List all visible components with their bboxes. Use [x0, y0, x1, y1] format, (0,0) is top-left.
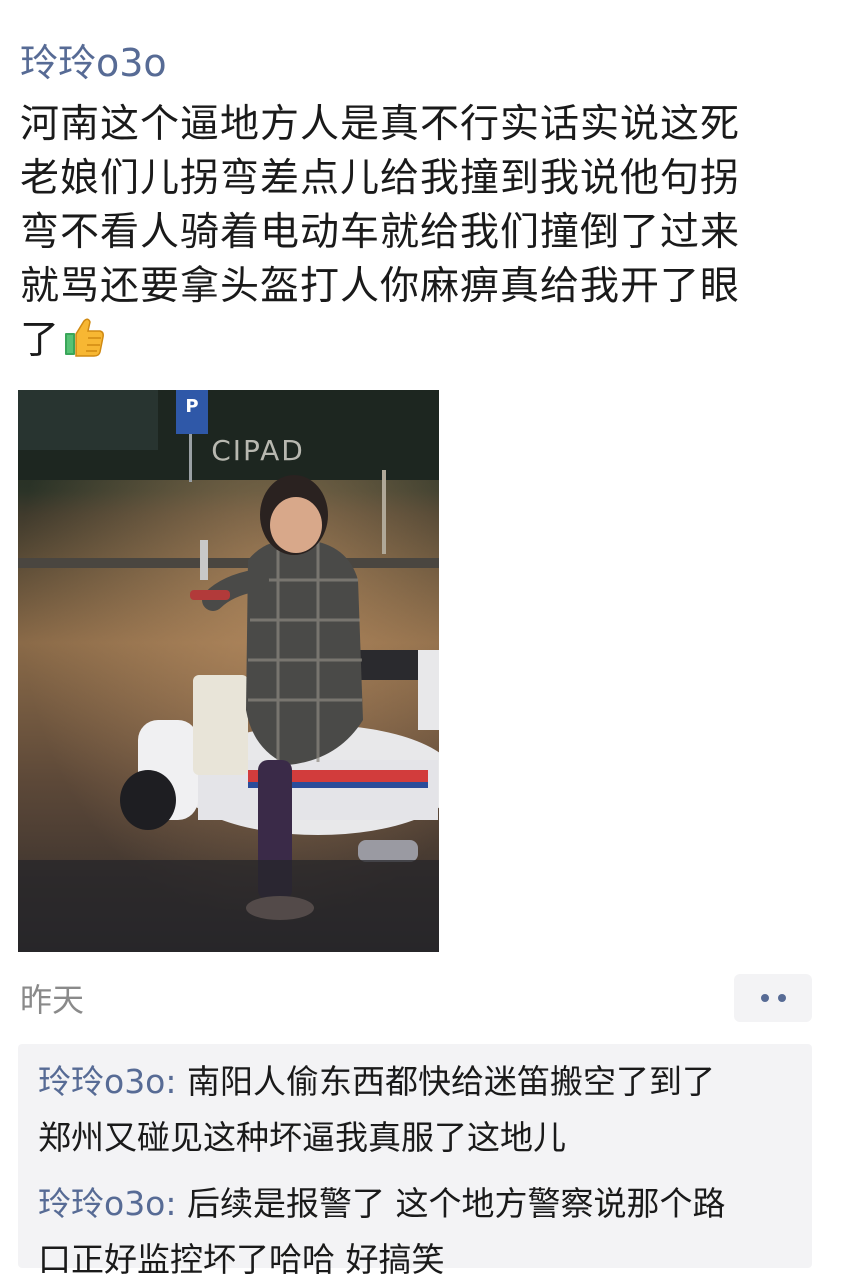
comment-item[interactable]: 玲玲o3o: 后续是报警了 这个地方警察说那个路 口正好监控坏了哈哈 好搞笑 [38, 1176, 798, 1288]
post-time: 昨天 [20, 981, 85, 1019]
comment-separator: : [165, 1184, 187, 1223]
comment-text: 后续是报警了 这个地方警察说那个路 [187, 1184, 726, 1223]
content-line: 就骂还要拿头盔打人你麻痹真给我开了眼 [20, 264, 741, 309]
comment-text: 南阳人偷东西都快给迷笛搬空了到了 [187, 1062, 715, 1101]
comment-author[interactable]: 玲玲o3o [38, 1062, 165, 1101]
thumbs-up-icon [65, 318, 104, 357]
comment-separator: : [165, 1062, 187, 1101]
more-actions-button[interactable] [734, 974, 812, 1022]
comment-author[interactable]: 玲玲o3o [38, 1184, 165, 1223]
content-line: 老娘们儿拐弯差点儿给我撞到我说他句拐 [20, 156, 741, 201]
photo-sign-text: CIPAD [211, 434, 305, 467]
post-content: 河南这个逼地方人是真不行实话实说这死 老娘们儿拐弯差点儿给我撞到我说他句拐 弯不… [20, 98, 800, 368]
dot-icon [777, 994, 786, 1002]
content-line: 了 [20, 318, 61, 363]
comment-line: 玲玲o3o: 南阳人偷东西都快给迷笛搬空了到了 [38, 1054, 798, 1110]
content-line: 弯不看人骑着电动车就给我们撞倒了过来 [20, 210, 741, 255]
author-name[interactable]: 玲玲o3o [20, 38, 167, 88]
post-photo[interactable]: P CIPAD [18, 390, 439, 952]
comment-item[interactable]: 玲玲o3o: 南阳人偷东西都快给迷笛搬空了到了 郑州又碰见这种坏逼我真服了这地儿 [38, 1054, 798, 1166]
comments-panel: 玲玲o3o: 南阳人偷东西都快给迷笛搬空了到了 郑州又碰见这种坏逼我真服了这地儿… [18, 1044, 812, 1279]
dot-icon [760, 994, 769, 1002]
comment-line: 玲玲o3o: 后续是报警了 这个地方警察说那个路 [38, 1176, 798, 1232]
content-line-last: 了 [20, 314, 800, 368]
moment-post: 玲玲o3o 河南这个逼地方人是真不行实话实说这死 老娘们儿拐弯差点儿给我撞到我说… [0, 0, 842, 1280]
content-line: 河南这个逼地方人是真不行实话实说这死 [20, 102, 741, 147]
photo-woman-on-scooter-icon: P CIPAD [18, 390, 439, 952]
svg-text:P: P [185, 396, 198, 417]
comment-text: 郑州又碰见这种坏逼我真服了这地儿 [38, 1118, 566, 1157]
